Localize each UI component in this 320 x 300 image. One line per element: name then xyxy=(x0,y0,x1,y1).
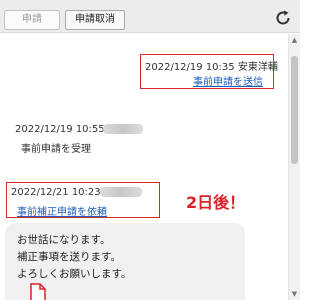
refresh-icon[interactable] xyxy=(274,9,292,27)
message-link[interactable]: 事前申請を送信 xyxy=(193,73,263,88)
scroll-up-icon[interactable]: ▲ xyxy=(289,35,300,45)
scroll-thumb[interactable] xyxy=(291,56,298,164)
toolbar: 申請 申請取消 xyxy=(0,0,300,33)
message-timestamp: 2022/12/19 10:55 xyxy=(15,124,105,135)
message-timestamp: 2022/12/19 10:35 安東洋輔 xyxy=(145,62,278,73)
message-text: 事前申請を受理 xyxy=(21,144,91,155)
scrollbar[interactable]: ▲ ▼ xyxy=(288,34,300,300)
annotation-text: 2日後！ xyxy=(186,193,246,212)
redacted-name xyxy=(103,124,143,134)
file-icon[interactable] xyxy=(30,283,46,300)
message-timestamp: 2022/12/21 10:23 xyxy=(11,187,101,198)
bubble-line: お世話になります。 xyxy=(17,234,111,246)
sender-name: 安東洋輔 xyxy=(237,62,278,73)
apply-button[interactable]: 申請 xyxy=(4,10,60,30)
scroll-down-icon[interactable]: ▼ xyxy=(289,289,300,299)
bubble-line: よろしくお願いします。 xyxy=(17,268,132,280)
cancel-application-button[interactable]: 申請取消 xyxy=(65,10,125,30)
bubble-line: 補正事項を送ります。 xyxy=(17,251,121,263)
redacted-name xyxy=(100,187,142,197)
message-link[interactable]: 事前補正申請を依頼 xyxy=(17,203,107,218)
